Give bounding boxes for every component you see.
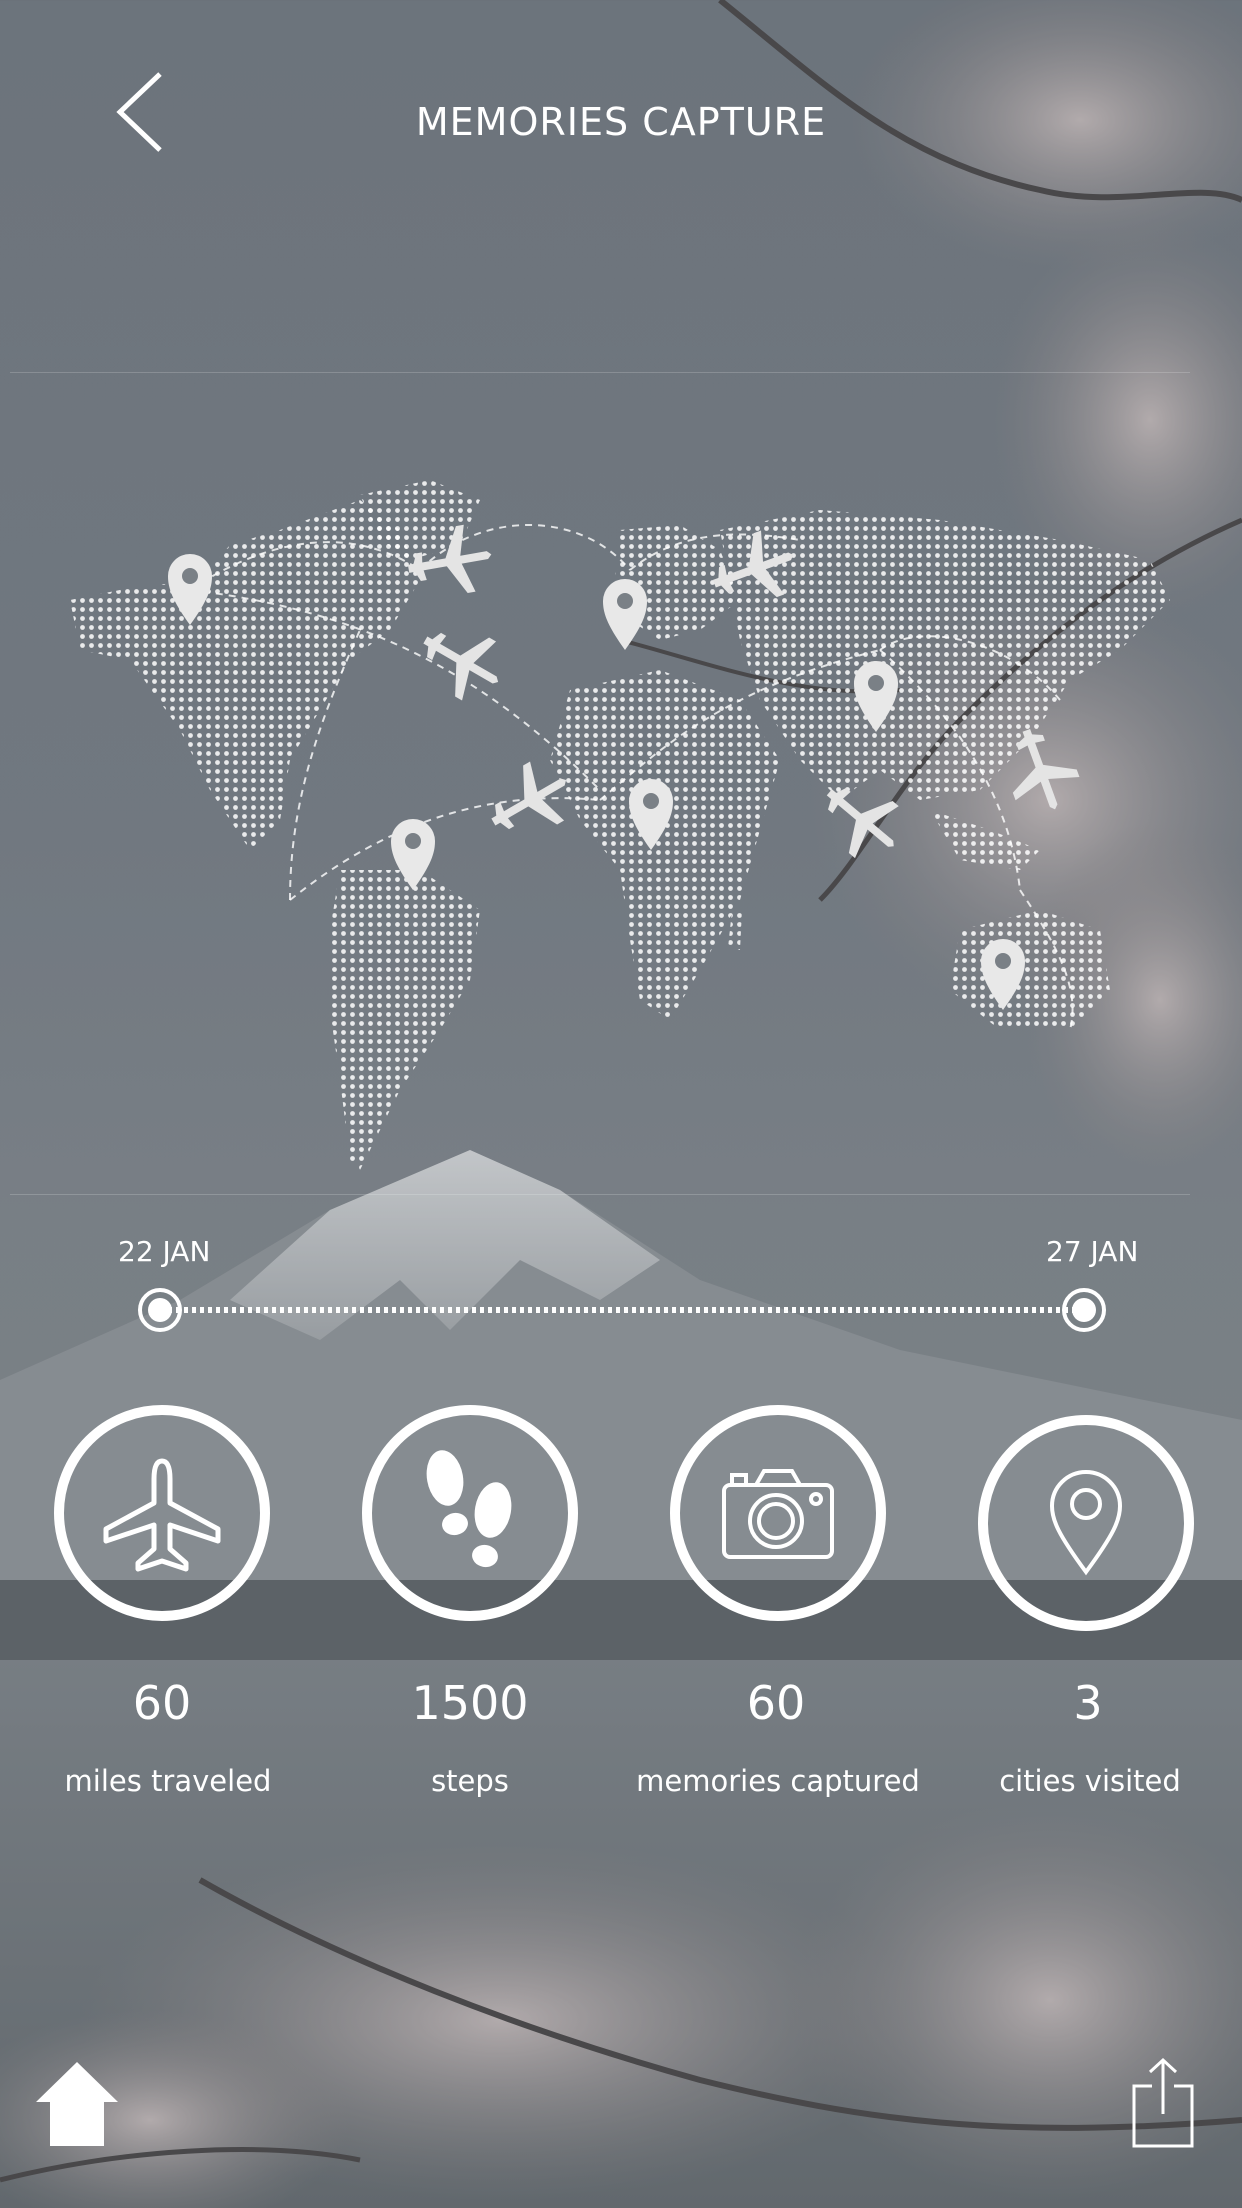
start-date-handle[interactable] [138, 1288, 182, 1332]
camera-icon [722, 1469, 834, 1559]
stat-miles-label: miles traveled [64, 1764, 272, 1798]
stat-cities [976, 1405, 1196, 1631]
stat-cities-value: 3 [1073, 1676, 1103, 1730]
stat-memories-circle [670, 1405, 886, 1621]
home-icon [36, 2062, 118, 2146]
date-range-slider[interactable] [0, 1280, 1242, 1340]
stat-steps [360, 1405, 580, 1621]
world-map [70, 480, 1170, 1170]
end-date-label: 27 JAN [1046, 1235, 1139, 1268]
share-icon [1132, 2057, 1194, 2148]
start-date-label: 22 JAN [118, 1235, 211, 1268]
divider-top [10, 372, 1190, 373]
page-title: MEMORIES CAPTURE [415, 100, 827, 144]
share-button[interactable] [1128, 2056, 1198, 2150]
stat-steps-label: steps [431, 1764, 509, 1798]
stat-miles-value: 60 [132, 1676, 192, 1730]
divider-bottom [10, 1194, 1190, 1195]
footsteps-icon [426, 1450, 512, 1568]
stat-steps-value: 1500 [411, 1676, 529, 1730]
location-pin-icon [1049, 1470, 1123, 1576]
airplane-icon [103, 1458, 221, 1572]
stat-steps-circle [362, 1405, 578, 1621]
stat-memories-label: memories captured [636, 1764, 920, 1798]
end-date-handle[interactable] [1062, 1288, 1106, 1332]
stat-memories-value: 60 [746, 1676, 806, 1730]
stat-cities-circle [978, 1415, 1194, 1631]
stat-miles-circle [54, 1405, 270, 1621]
home-button[interactable] [34, 2060, 120, 2148]
stat-memories [668, 1405, 888, 1621]
stat-cities-label: cities visited [999, 1764, 1181, 1798]
stat-miles [52, 1405, 272, 1621]
